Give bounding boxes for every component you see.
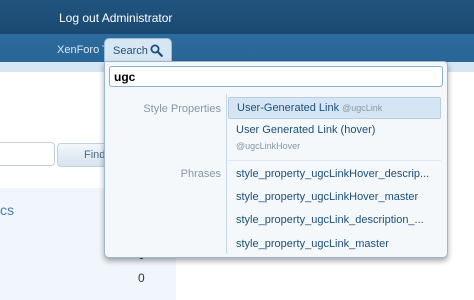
result-user-generated-link[interactable]: User-Generated Link @ugcLink <box>228 97 441 119</box>
search-dropdown: Style Properties Phrases User-Generated … <box>104 61 448 258</box>
result-user-generated-link-hover[interactable]: User Generated Link (hover) @ugcLinkHove… <box>228 123 441 157</box>
search-icon <box>150 44 163 57</box>
result-hint: @ugcLink <box>342 103 383 113</box>
search-tab-label: Search <box>113 45 148 57</box>
logout-link[interactable]: Log out Administrator <box>59 11 172 25</box>
results-divider <box>226 94 227 254</box>
result-title: User-Generated Link <box>237 102 340 114</box>
group-label-phrases: Phrases <box>180 168 221 180</box>
group-separator <box>228 160 441 161</box>
result-phrase[interactable]: style_property_ugcLink_description_... <box>228 214 441 226</box>
result-hint: @ugcLinkHover <box>236 141 301 151</box>
result-title: User Generated Link (hover) <box>236 124 376 136</box>
result-phrase[interactable]: style_property_ugcLink_master <box>228 238 441 250</box>
stat-value: 0 <box>138 271 145 285</box>
group-label-style-properties: Style Properties <box>143 103 221 115</box>
find-button-label: Find <box>84 149 106 161</box>
section-heading: cs <box>0 202 14 218</box>
result-phrase[interactable]: style_property_ugcLinkHover_master <box>228 191 441 203</box>
admin-top-bar: Log out Administrator <box>0 0 474 34</box>
background-text-input[interactable] <box>0 142 55 166</box>
result-phrase[interactable]: style_property_ugcLinkHover_descrip... <box>228 168 441 180</box>
search-input[interactable] <box>109 66 443 87</box>
nav-tab-search[interactable]: Search <box>104 38 172 63</box>
navigation-bar: XenForo Test Search <box>0 34 474 63</box>
